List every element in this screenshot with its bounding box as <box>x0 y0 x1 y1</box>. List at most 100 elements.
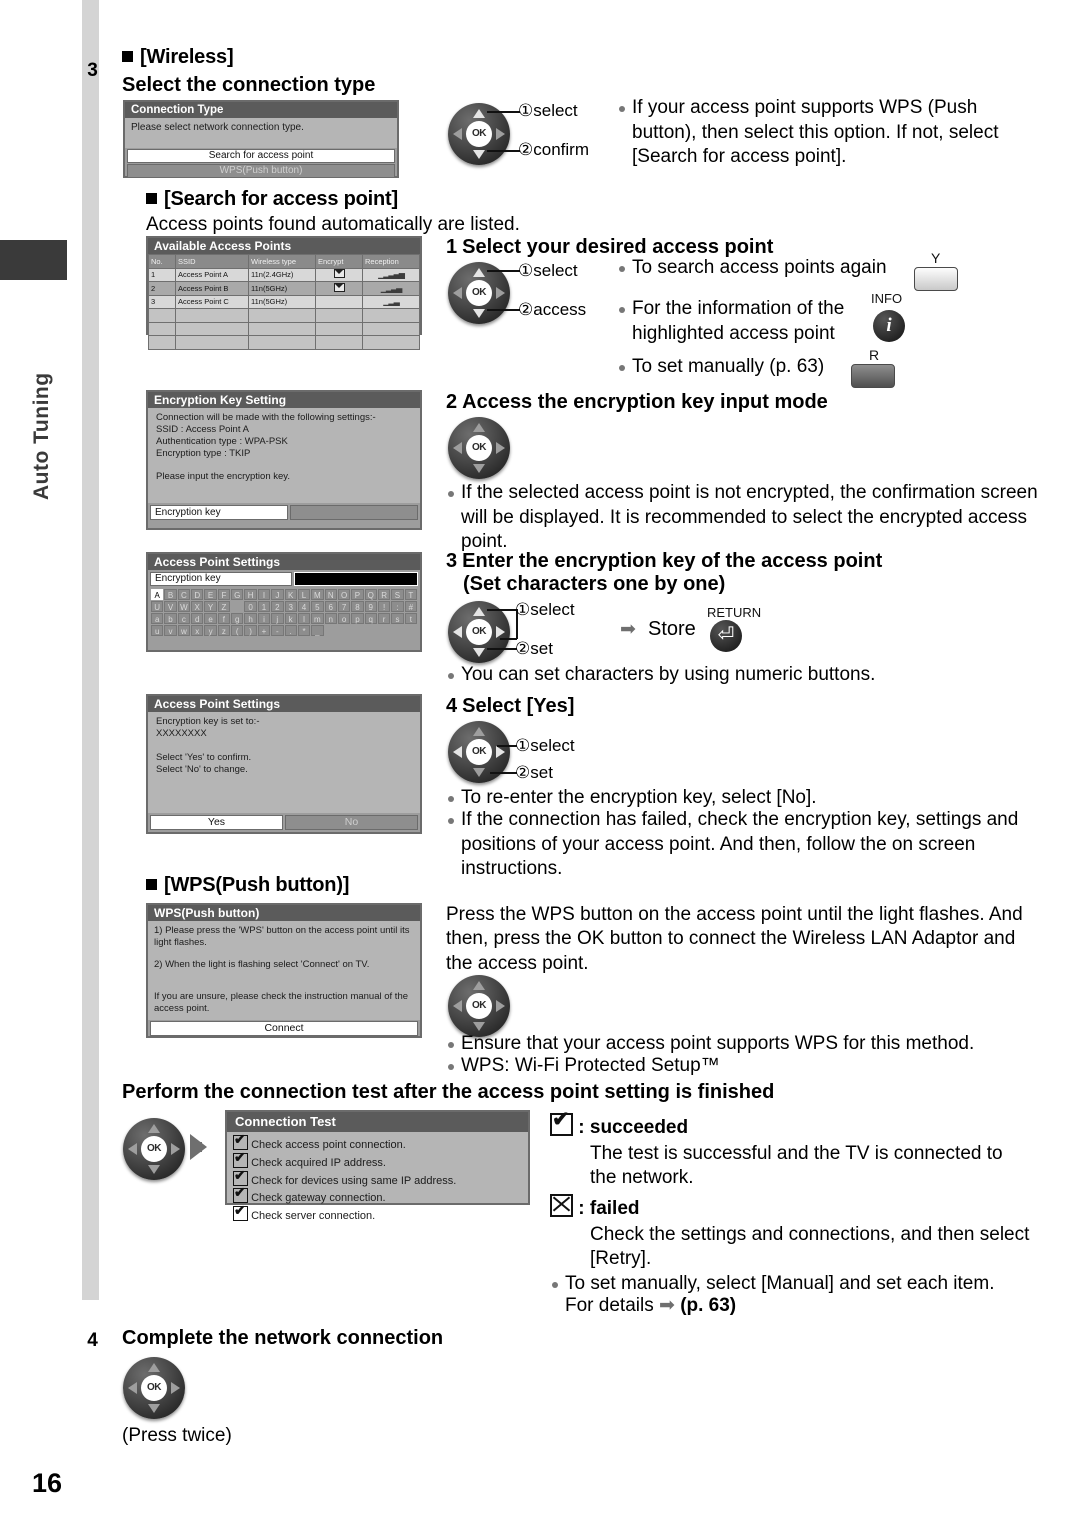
option-wps-push-button[interactable]: WPS(Push button) <box>127 164 395 178</box>
keyboard-key-V[interactable]: V <box>164 601 177 612</box>
keyboard-key-![interactable]: ! <box>377 601 391 612</box>
keyboard-key-q[interactable]: q <box>364 613 377 624</box>
keyboard-key-z[interactable]: z <box>217 625 231 636</box>
keyboard-key-w[interactable]: w <box>177 625 191 636</box>
dpad-right-icon[interactable] <box>171 1382 180 1394</box>
keyboard-key-A[interactable]: A <box>151 589 164 600</box>
keyboard-key-u[interactable]: u <box>151 625 164 636</box>
keyboard-key-:[interactable]: : <box>391 601 404 612</box>
keyboard-key-1[interactable]: 1 <box>257 601 271 612</box>
ok-button[interactable]: OK <box>466 435 492 461</box>
dpad-up-icon[interactable] <box>473 423 485 432</box>
keyboard-key-Q[interactable]: Q <box>364 589 377 600</box>
keyboard-row-3[interactable]: u v w x y z() + -. * _ <box>151 625 417 636</box>
dpad-left-icon[interactable] <box>453 442 462 454</box>
keyboard-key-b[interactable]: b <box>164 613 177 624</box>
keyboard-key-*[interactable]: * <box>297 625 311 636</box>
keyboard-key-h[interactable]: h <box>244 613 257 624</box>
keyboard-row-0[interactable]: ABCDEFGHIJKLMNOPQRST <box>151 589 417 600</box>
keyboard-key-([interactable]: ( <box>231 625 244 636</box>
dpad-left-icon[interactable] <box>128 1143 137 1155</box>
keyboard-key-Y[interactable]: Y <box>204 601 217 612</box>
ok-button[interactable]: OK <box>466 993 492 1019</box>
keyboard-key-t[interactable]: t <box>404 613 417 624</box>
keyboard-key-O[interactable]: O <box>337 589 351 600</box>
dpad-down-icon[interactable] <box>473 648 485 657</box>
keyboard-key-7[interactable]: 7 <box>337 601 351 612</box>
keyboard-key-o[interactable]: o <box>337 613 351 624</box>
onscreen-keyboard[interactable]: ABCDEFGHIJKLMNOPQRST U V W X Y Z 0 1 2 3 4 5 6 7 8 9!: #… <box>151 589 417 636</box>
ok-button[interactable]: OK <box>466 280 492 306</box>
keyboard-key-E[interactable]: E <box>204 589 217 600</box>
keyboard-key-S[interactable]: S <box>391 589 404 600</box>
dpad-left-icon[interactable] <box>453 626 462 638</box>
dpad-right-icon[interactable] <box>496 128 505 140</box>
no-button[interactable]: No <box>285 815 418 830</box>
details-page-ref[interactable]: (p. 63) <box>680 1295 736 1316</box>
dpad-left-icon[interactable] <box>453 287 462 299</box>
keyboard-key-W[interactable]: W <box>177 601 191 612</box>
dpad-ok-wps[interactable]: OK <box>448 975 510 1037</box>
keyboard-key-v[interactable]: v <box>164 625 177 636</box>
keyboard-key-a[interactable]: a <box>151 613 164 624</box>
ok-button[interactable]: OK <box>466 619 492 645</box>
keyboard-key-H[interactable]: H <box>244 589 257 600</box>
keyboard-key-U[interactable]: U <box>151 601 164 612</box>
dpad-down-icon[interactable] <box>148 1404 160 1413</box>
dpad-left-icon[interactable] <box>128 1382 137 1394</box>
keyboard-key-L[interactable]: L <box>297 589 311 600</box>
keyboard-key-g[interactable]: g <box>231 613 244 624</box>
keyboard-key-G[interactable]: G <box>231 589 244 600</box>
keyboard-key-K[interactable]: K <box>284 589 297 600</box>
dpad-up-icon[interactable] <box>473 607 485 616</box>
ok-button[interactable]: OK <box>141 1136 167 1162</box>
keyboard-key-f[interactable]: f <box>217 613 231 624</box>
dpad-left-icon[interactable] <box>453 128 462 140</box>
keyboard-key-M[interactable]: M <box>311 589 324 600</box>
keyboard-key-0[interactable]: 0 <box>244 601 257 612</box>
keyboard-key-x[interactable]: x <box>191 625 204 636</box>
dpad-connection-test[interactable]: OK <box>123 1118 185 1180</box>
keyboard-key-c[interactable]: c <box>177 613 191 624</box>
dpad-right-icon[interactable] <box>171 1143 180 1155</box>
encryption-key-input[interactable] <box>290 505 418 520</box>
dpad-down-icon[interactable] <box>473 309 485 318</box>
ok-button[interactable]: OK <box>466 739 492 765</box>
ok-button[interactable]: OK <box>466 121 492 147</box>
keyboard-key-2[interactable]: 2 <box>271 601 284 612</box>
keyboard-key-9[interactable]: 9 <box>364 601 377 612</box>
keyboard-key-+[interactable]: + <box>257 625 271 636</box>
table-row[interactable]: 3 Access Point C 11n(5GHz) ▁▂▃ <box>148 294 420 309</box>
yes-button[interactable]: Yes <box>150 815 283 830</box>
dpad-right-icon[interactable] <box>496 1000 505 1012</box>
keyboard-key-k[interactable]: k <box>284 613 297 624</box>
option-search-for-access-point[interactable]: Search for access point <box>127 149 395 163</box>
dpad-right-icon[interactable] <box>496 626 505 638</box>
dpad-select-set-2[interactable]: OK <box>448 721 510 783</box>
keyboard-key-B[interactable]: B <box>164 589 177 600</box>
table-row[interactable]: 2 Access Point B 11n(5GHz) ▁▂▃▄ <box>148 281 420 296</box>
keyboard-key-l[interactable]: l <box>297 613 311 624</box>
keyboard-key-I[interactable]: I <box>257 589 271 600</box>
dpad-down-icon[interactable] <box>148 1165 160 1174</box>
keyboard-key-_[interactable]: _ <box>311 625 324 636</box>
connect-button[interactable]: Connect <box>150 1021 418 1036</box>
keyboard-key-y[interactable]: y <box>204 625 217 636</box>
dpad-up-icon[interactable] <box>148 1124 160 1133</box>
dpad-left-icon[interactable] <box>453 1000 462 1012</box>
info-button[interactable]: i <box>873 310 905 342</box>
keyboard-key-e[interactable]: e <box>204 613 217 624</box>
keyboard-key-5[interactable]: 5 <box>311 601 324 612</box>
dpad-right-icon[interactable] <box>496 287 505 299</box>
yellow-key-button[interactable] <box>914 267 958 291</box>
keyboard-key-4[interactable]: 4 <box>297 601 311 612</box>
keyboard-key-F[interactable]: F <box>217 589 231 600</box>
dpad-up-icon[interactable] <box>473 268 485 277</box>
keyboard-key-)[interactable]: ) <box>244 625 257 636</box>
keyboard-key-3[interactable]: 3 <box>284 601 297 612</box>
keyboard-key-i[interactable]: i <box>257 613 271 624</box>
dpad-down-icon[interactable] <box>473 1022 485 1031</box>
keyboard-key-N[interactable]: N <box>324 589 337 600</box>
dpad-up-icon[interactable] <box>148 1363 160 1372</box>
dpad-up-icon[interactable] <box>473 981 485 990</box>
